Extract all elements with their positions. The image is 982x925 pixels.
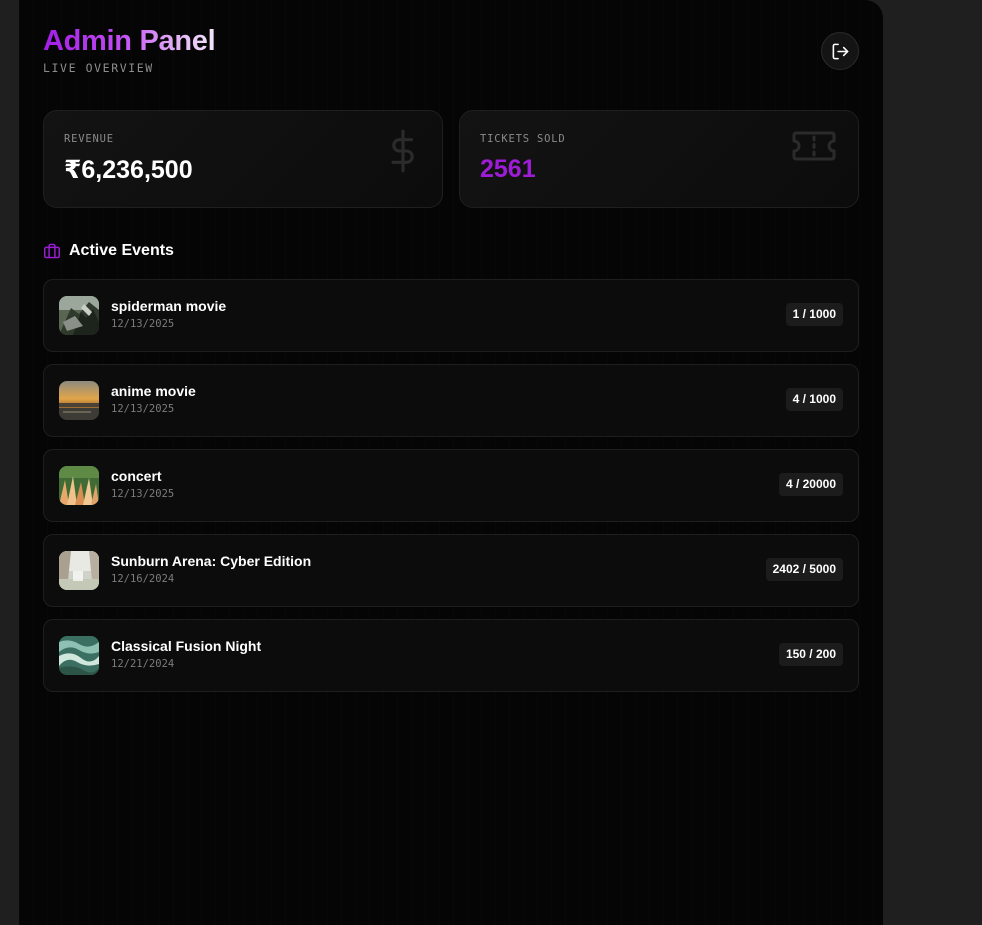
event-date: 12/13/2025 (111, 318, 175, 330)
event-thumbnail (59, 466, 99, 505)
event-thumbnail (59, 381, 99, 420)
dollar-icon (391, 129, 414, 173)
page-title-part1: Admin (43, 25, 140, 57)
event-date: 12/16/2024 (111, 573, 175, 585)
event-thumbnail (59, 551, 99, 590)
page-title-gradient: Admin Panel (43, 25, 215, 57)
event-row[interactable]: Classical Fusion Night 12/21/2024 150 / … (43, 619, 859, 692)
event-name: Classical Fusion Night (111, 638, 262, 654)
revenue-label: REVENUE (64, 133, 114, 145)
active-events-heading: Active Events (43, 240, 174, 262)
event-name: Sunburn Arena: Cyber Edition (111, 553, 312, 569)
event-row[interactable]: spiderman movie 12/13/2025 1 / 1000 (43, 279, 859, 352)
event-thumbnail (59, 296, 99, 335)
ticket-count-badge: 150 / 200 (778, 643, 843, 666)
logout-button[interactable] (821, 32, 859, 70)
tickets-card: TICKETS SOLD 2561 (459, 110, 859, 208)
revenue-card: REVENUE ₹6,236,500 (43, 110, 443, 208)
logout-icon (832, 43, 848, 59)
briefcase-icon (44, 243, 60, 259)
event-row[interactable]: Sunburn Arena: Cyber Edition 12/16/2024 … (43, 534, 859, 607)
events-list: spiderman movie 12/13/2025 1 / 1000 anim… (43, 279, 859, 704)
event-date: 12/21/2024 (111, 658, 175, 670)
revenue-value: ₹6,236,500 (64, 156, 193, 184)
page-subtitle: LIVE OVERVIEW (43, 61, 154, 75)
event-thumbnail (59, 636, 99, 675)
ticket-count-badge: 2402 / 5000 (765, 558, 843, 581)
header: Admin Panel LIVE OVERVIEW (43, 24, 859, 84)
event-name: spiderman movie (111, 298, 227, 314)
page-title-part2: Panel (139, 25, 216, 57)
tickets-label: TICKETS SOLD (480, 133, 566, 145)
admin-panel: Admin Panel LIVE OVERVIEW REVENUE ₹6,236… (19, 0, 883, 925)
event-date: 12/13/2025 (111, 488, 175, 500)
ticket-count-badge: 4 / 1000 (785, 388, 843, 411)
active-events-title: Active Events (69, 242, 174, 259)
event-row[interactable]: anime movie 12/13/2025 4 / 1000 (43, 364, 859, 437)
ticket-count-badge: 4 / 20000 (778, 473, 843, 496)
ticket-icon (792, 131, 836, 161)
event-date: 12/13/2025 (111, 403, 175, 415)
ticket-count-badge: 1 / 1000 (785, 303, 843, 326)
event-name: concert (111, 468, 162, 484)
tickets-value: 2561 (480, 155, 536, 183)
event-name: anime movie (111, 383, 196, 399)
page-title: Admin Panel (43, 24, 859, 58)
event-row[interactable]: concert 12/13/2025 4 / 20000 (43, 449, 859, 522)
